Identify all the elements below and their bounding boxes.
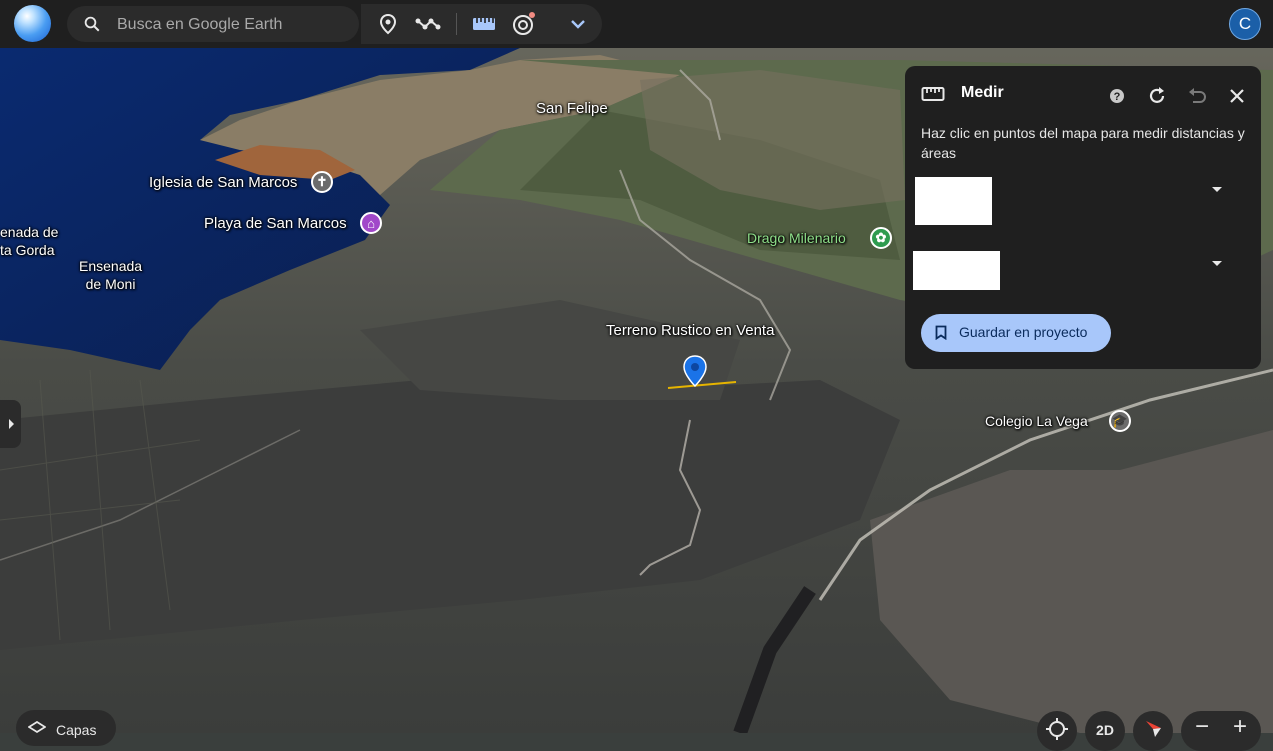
- placemark-icon: [379, 13, 397, 35]
- area-unit-dropdown-icon[interactable]: [1212, 261, 1222, 266]
- account-avatar[interactable]: C: [1229, 8, 1261, 40]
- compass-button[interactable]: [1133, 711, 1173, 751]
- park-icon[interactable]: ✿: [870, 227, 892, 249]
- search-icon: [84, 16, 100, 32]
- my-location-button[interactable]: [1037, 711, 1077, 751]
- svg-text:?: ?: [1114, 91, 1121, 103]
- zoom-in-button[interactable]: +: [1233, 715, 1247, 739]
- map-label-ensenada-gorda[interactable]: enada de ta Gorda: [0, 223, 58, 259]
- measure-panel: Medir ? Haz clic en puntos del mapa para…: [905, 66, 1261, 369]
- map-label-ensenada-gorda-line2: ta Gorda: [0, 242, 55, 258]
- zoom-controls: − +: [1181, 711, 1261, 751]
- tool-group: [361, 4, 602, 44]
- measure-title: Medir: [961, 84, 1004, 101]
- map-label-san-felipe[interactable]: San Felipe: [536, 100, 608, 117]
- search-input[interactable]: [115, 6, 349, 44]
- path-icon: [415, 18, 441, 30]
- top-toolbar: C: [0, 0, 1273, 48]
- map-label-playa[interactable]: Playa de San Marcos: [204, 215, 347, 232]
- my-location-icon: [1046, 718, 1068, 740]
- distance-unit-dropdown-icon[interactable]: [1212, 187, 1222, 192]
- placemark-pin-icon[interactable]: [683, 355, 707, 387]
- view-mode-label: 2D: [1096, 722, 1114, 738]
- add-path-button[interactable]: [414, 10, 442, 38]
- zoom-out-button[interactable]: −: [1195, 715, 1209, 739]
- close-button[interactable]: [1225, 84, 1249, 108]
- bookmark-icon: [935, 325, 947, 340]
- view-mode-button[interactable]: 2D: [1085, 711, 1125, 751]
- map-label-ensenada-gorda-line1: enada de: [0, 224, 59, 240]
- voyager-button[interactable]: [510, 10, 538, 38]
- compass-icon: [1146, 721, 1161, 737]
- close-icon: [1230, 89, 1244, 103]
- ruler-icon: [473, 18, 495, 30]
- search-bar[interactable]: [67, 6, 359, 44]
- help-icon: ?: [1110, 89, 1124, 103]
- church-icon[interactable]: ✝: [311, 171, 333, 193]
- add-placemark-button[interactable]: [374, 10, 402, 38]
- chevron-down-icon: [571, 20, 585, 29]
- save-to-project-label: Guardar en proyecto: [959, 324, 1088, 340]
- area-value-box: [913, 251, 1000, 290]
- refresh-icon: [1149, 87, 1165, 103]
- measure-button[interactable]: [470, 10, 498, 38]
- undo-button[interactable]: [1185, 84, 1209, 108]
- save-to-project-button[interactable]: Guardar en proyecto: [921, 314, 1111, 352]
- layers-button[interactable]: Capas: [16, 710, 116, 746]
- map-label-drago[interactable]: Drago Milenario: [747, 230, 846, 246]
- map-label-ensenada-moni-line1: Ensenada: [79, 258, 143, 274]
- map-label-ensenada-moni-line2: de Moni: [85, 276, 136, 292]
- reset-button[interactable]: [1145, 84, 1169, 108]
- chevron-right-icon: [8, 419, 14, 429]
- map-label-ensenada-moni[interactable]: Ensenada de Moni: [79, 257, 142, 293]
- map-label-terreno[interactable]: Terreno Rustico en Venta: [606, 322, 774, 339]
- map-label-colegio[interactable]: Colegio La Vega: [985, 413, 1088, 429]
- layers-label: Capas: [56, 722, 97, 738]
- expand-sidebar-button[interactable]: [0, 400, 21, 448]
- distance-value-box: [915, 177, 992, 225]
- map-label-iglesia[interactable]: Iglesia de San Marcos: [149, 174, 297, 191]
- area-row[interactable]: [913, 251, 1233, 291]
- school-icon[interactable]: 🎓: [1109, 410, 1131, 432]
- undo-icon: [1189, 88, 1206, 103]
- help-button[interactable]: ?: [1105, 84, 1129, 108]
- ruler-icon: [921, 87, 945, 101]
- more-tools-button[interactable]: [564, 10, 592, 38]
- measure-hint: Haz clic en puntos del mapa para medir d…: [921, 125, 1245, 161]
- toolbar-divider: [456, 13, 457, 35]
- voyager-icon: [513, 12, 535, 35]
- google-earth-logo-icon[interactable]: [14, 5, 51, 42]
- distance-row[interactable]: [913, 177, 1233, 225]
- beach-icon[interactable]: ⌂: [360, 212, 382, 234]
